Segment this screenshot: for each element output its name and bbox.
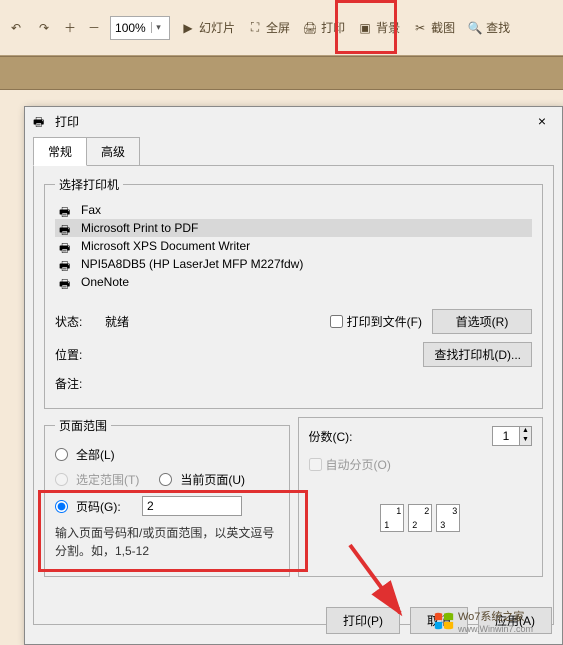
collate-checkbox: 自动分页(O) xyxy=(309,456,391,473)
back-icon: ↶ xyxy=(8,20,24,36)
comment-label: 备注: xyxy=(55,375,95,392)
slideshow-icon: ▶ xyxy=(180,20,196,36)
spin-up-icon[interactable]: ▲ xyxy=(520,427,531,436)
page-stack-icon: 22 xyxy=(408,504,432,532)
print-to-file-checkbox[interactable]: 打印到文件(F) xyxy=(330,313,422,330)
printer-item-pdf[interactable]: 🖶Microsoft Print to PDF xyxy=(55,219,532,237)
printer-icon: 🖨 xyxy=(302,20,318,36)
page-stack-icon: 33 xyxy=(436,504,460,532)
copies-input[interactable] xyxy=(493,427,519,445)
printer-item-xps[interactable]: 🖶Microsoft XPS Document Writer xyxy=(55,237,532,255)
spin-down-icon[interactable]: ▼ xyxy=(520,436,531,445)
radio-current-input[interactable] xyxy=(159,473,172,486)
page-range-group: 页面范围 全部(L) 选定范围(T) 当前页面(U) xyxy=(44,417,290,577)
printer-group-label: 选择打印机 xyxy=(55,176,123,193)
zoom-out-button[interactable]: － xyxy=(82,15,106,40)
app-toolbar: ↶ ↷ ＋ － 100% ▾ ▶ 幻灯片 ⛶ 全屏 🖨 打印 ▣ 背景 ✂ 截图… xyxy=(0,0,563,56)
printer-list[interactable]: 🖶Fax 🖶Microsoft Print to PDF 🖶Microsoft … xyxy=(55,201,532,301)
background-icon: ▣ xyxy=(357,20,373,36)
printer-item-onenote[interactable]: 🖶OneNote xyxy=(55,273,532,291)
page-range-label: 页面范围 xyxy=(55,417,111,434)
collate-input xyxy=(309,458,322,471)
plus-icon: ＋ xyxy=(64,19,76,36)
printer-icon: 🖶 xyxy=(33,113,49,129)
close-button[interactable]: × xyxy=(530,113,554,129)
screenshot-button[interactable]: ✂ 截图 xyxy=(406,15,461,40)
radio-pages[interactable]: 页码(G): xyxy=(55,492,279,520)
search-button[interactable]: 🔍 查找 xyxy=(461,15,516,40)
printer-icon: 🖶 xyxy=(59,239,75,253)
radio-pages-input[interactable] xyxy=(55,500,68,513)
dialog-title: 打印 xyxy=(55,113,530,130)
page-stack-icon: 11 xyxy=(380,504,404,532)
status-label: 状态: xyxy=(55,313,95,330)
fullscreen-icon: ⛶ xyxy=(247,20,263,36)
printer-group: 选择打印机 🖶Fax 🖶Microsoft Print to PDF 🖶Micr… xyxy=(44,176,543,409)
forward-icon: ↷ xyxy=(36,20,52,36)
dialog-button-row: 打印(P) 取消 应用(A) xyxy=(326,607,552,634)
slideshow-button[interactable]: ▶ 幻灯片 xyxy=(174,15,241,40)
chevron-down-icon: ▾ xyxy=(151,22,165,33)
preferences-button[interactable]: 首选项(R) xyxy=(432,309,532,334)
print-button[interactable]: 打印(P) xyxy=(326,607,400,634)
background-button[interactable]: ▣ 背景 xyxy=(351,15,406,40)
find-printer-button[interactable]: 查找打印机(D)... xyxy=(423,342,532,367)
fullscreen-button[interactable]: ⛶ 全屏 xyxy=(241,15,296,40)
radio-all-input[interactable] xyxy=(55,448,68,461)
printer-icon: 🖶 xyxy=(59,203,75,217)
radio-current[interactable]: 当前页面(U) xyxy=(159,467,245,492)
radio-all[interactable]: 全部(L) xyxy=(55,442,279,467)
print-dialog: 🖶 打印 × 常规 高级 选择打印机 🖶Fax 🖶Microsoft Print… xyxy=(24,106,563,645)
copies-group: 份数(C): ▲ ▼ 自动分页(O) 11 22 xyxy=(298,417,544,577)
search-icon: 🔍 xyxy=(467,20,483,36)
minus-icon: － xyxy=(88,19,100,36)
printer-item-fax[interactable]: 🖶Fax xyxy=(55,201,532,219)
printer-item-hp[interactable]: 🖶NPI5A8DB5 (HP LaserJet MFP M227fdw) xyxy=(55,255,532,273)
redo-button[interactable]: ↷ xyxy=(30,16,58,40)
zoom-in-button[interactable]: ＋ xyxy=(58,15,82,40)
scissors-icon: ✂ xyxy=(412,20,428,36)
printer-check-icon: 🖶 xyxy=(59,221,75,235)
apply-button[interactable]: 应用(A) xyxy=(478,607,552,634)
document-area-strip xyxy=(0,56,563,90)
collate-preview: 11 22 33 xyxy=(309,504,533,532)
pages-hint: 输入页面号码和/或页面范围，以英文逗号分割。如，1,5-12 xyxy=(55,524,279,560)
cancel-button[interactable]: 取消 xyxy=(410,607,468,634)
dialog-titlebar: 🖶 打印 × xyxy=(25,107,562,135)
radio-selection: 选定范围(T) xyxy=(55,467,139,492)
copies-spinner[interactable]: ▲ ▼ xyxy=(492,426,532,446)
location-label: 位置: xyxy=(55,346,95,363)
tab-general[interactable]: 常规 xyxy=(33,137,87,166)
print-toolbar-button[interactable]: 🖨 打印 xyxy=(296,15,351,40)
printer-icon: 🖶 xyxy=(59,275,75,289)
pages-input[interactable] xyxy=(142,496,242,516)
status-value: 就绪 xyxy=(105,313,320,330)
radio-selection-input xyxy=(55,473,68,486)
copies-label: 份数(C): xyxy=(309,428,485,445)
print-to-file-input[interactable] xyxy=(330,315,343,328)
zoom-combo[interactable]: 100% ▾ xyxy=(110,16,170,40)
refresh-button[interactable]: ↶ xyxy=(2,16,30,40)
tab-content: 选择打印机 🖶Fax 🖶Microsoft Print to PDF 🖶Micr… xyxy=(33,165,554,625)
printer-icon: 🖶 xyxy=(59,257,75,271)
zoom-value: 100% xyxy=(115,21,146,35)
tab-strip: 常规 高级 xyxy=(25,137,562,166)
tab-advanced[interactable]: 高级 xyxy=(86,137,140,166)
